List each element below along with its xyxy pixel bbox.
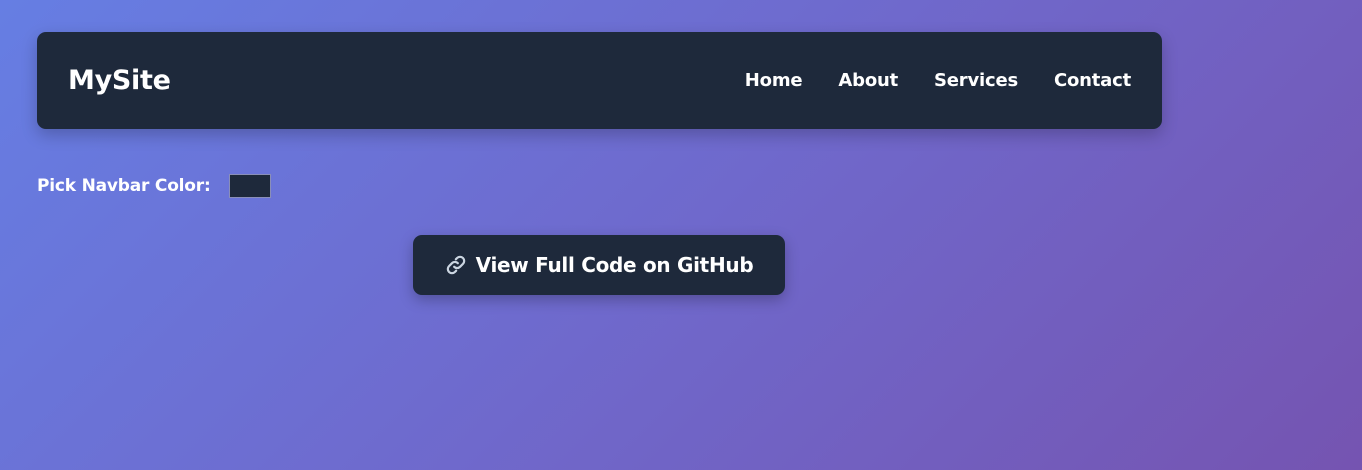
nav-link-about[interactable]: About (838, 70, 898, 91)
nav-link-services[interactable]: Services (934, 70, 1018, 91)
color-picker-label: Pick Navbar Color: (37, 176, 211, 196)
github-button-label: View Full Code on GitHub (475, 253, 754, 277)
navbar-color-input[interactable] (228, 174, 271, 198)
nav-link-home[interactable]: Home (745, 70, 803, 91)
nav-link-contact[interactable]: Contact (1054, 70, 1131, 91)
navbar: MySite Home About Services Contact (37, 32, 1162, 129)
brand-logo[interactable]: MySite (68, 32, 171, 129)
nav-links: Home About Services Contact (745, 32, 1131, 129)
view-github-code-button[interactable]: View Full Code on GitHub (413, 235, 785, 295)
link-icon (445, 254, 467, 276)
navbar-color-picker-row: Pick Navbar Color: (37, 173, 271, 199)
